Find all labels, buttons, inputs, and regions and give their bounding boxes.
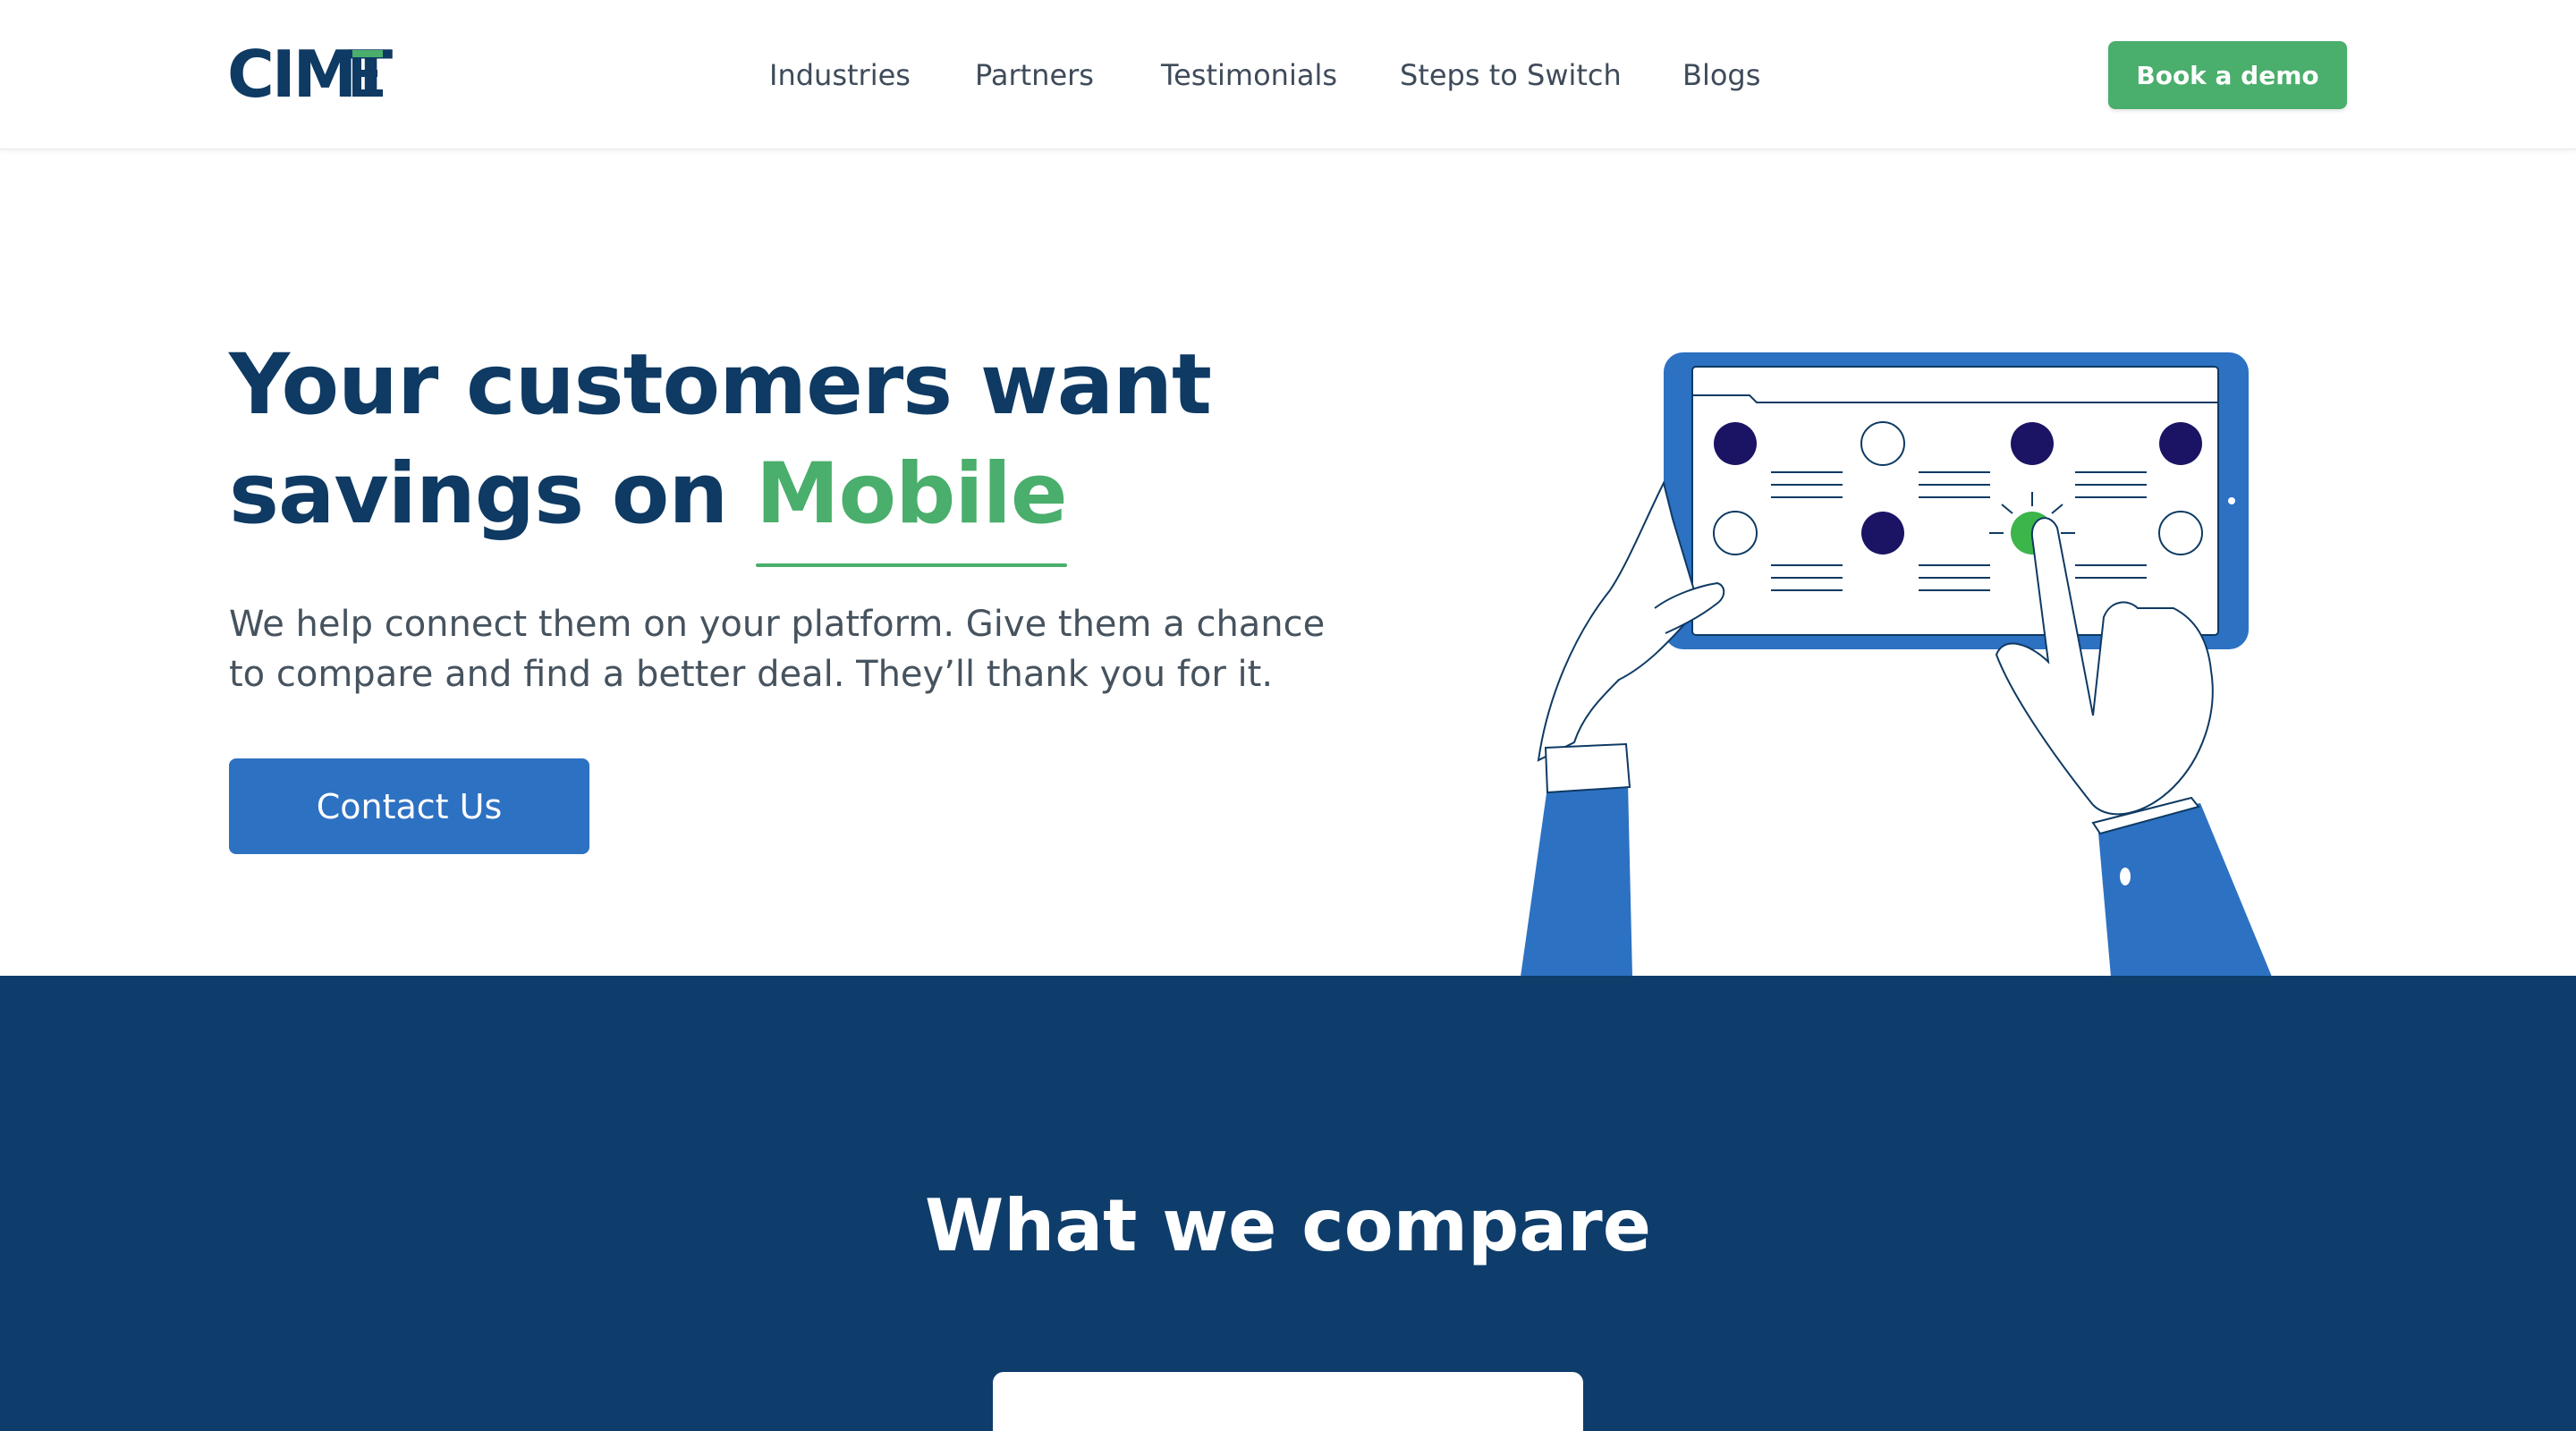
- cimet-logo[interactable]: CIM T: [227, 37, 420, 112]
- nav-steps-to-switch[interactable]: Steps to Switch: [1400, 55, 1622, 95]
- tablet-illustration: [1431, 340, 2361, 977]
- nav-industries[interactable]: Industries: [769, 55, 911, 95]
- nav-partners[interactable]: Partners: [975, 55, 1094, 95]
- accent-word: Mobile: [756, 445, 1068, 543]
- hero-title: Your customers want savings on Mobile: [229, 331, 1302, 567]
- hero-subtitle: We help connect them on your platform. G…: [229, 604, 1326, 695]
- nav-testimonials[interactable]: Testimonials: [1161, 55, 1337, 95]
- section-title: What we compare: [925, 1184, 1651, 1267]
- svg-text:CIM: CIM: [227, 45, 354, 102]
- nav-blogs[interactable]: Blogs: [1682, 55, 1760, 95]
- book-demo-button[interactable]: Book a demo: [2108, 41, 2347, 109]
- hero-title-line2: savings on: [229, 445, 728, 543]
- accent-underline: [756, 563, 1067, 567]
- tablet-hands-icon: [1521, 352, 2272, 977]
- contact-us-button[interactable]: Contact Us: [229, 758, 589, 854]
- logo-icon: CIM T: [227, 37, 395, 112]
- what-we-compare-section: What we compare: [0, 976, 2576, 1431]
- hero-title-line1: Your customers want: [229, 336, 1212, 434]
- hero-title-accent: Mobile: [756, 440, 1068, 567]
- compare-card[interactable]: [993, 1372, 1583, 1431]
- site-header: CIM T Industries Partners Testimonials S…: [0, 0, 2576, 150]
